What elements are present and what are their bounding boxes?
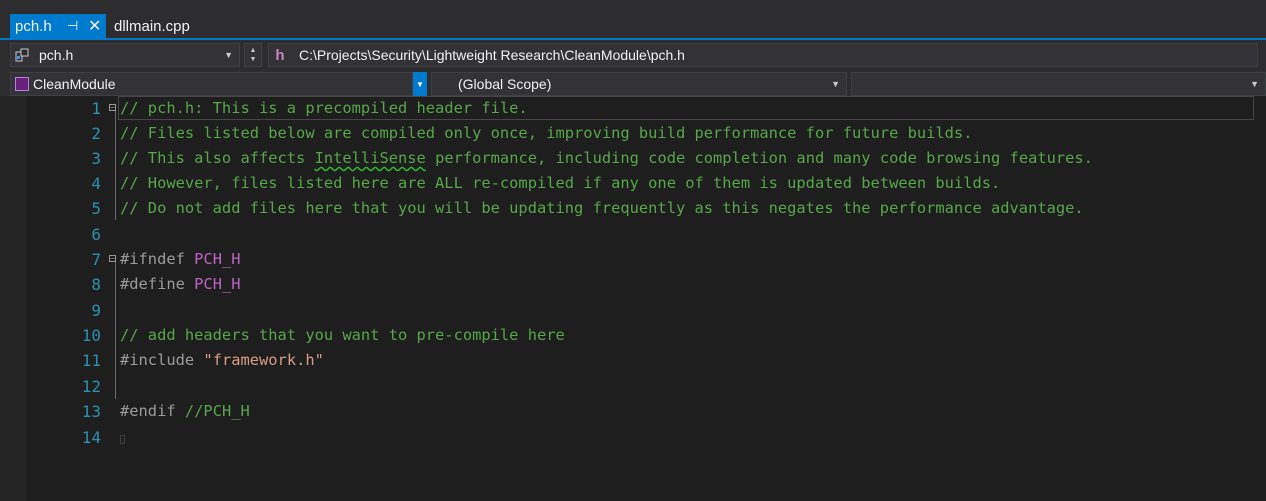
chevron-down-icon: ▼	[1250, 79, 1259, 89]
code-line: 4 // However, files listed here are ALL …	[0, 171, 1266, 196]
code-text: // Files listed below are compiled only …	[120, 124, 973, 142]
code-fragment: performance, including code completion a…	[425, 149, 1093, 167]
project-selector-dropdown[interactable]: CleanModule	[10, 72, 413, 96]
macro-name: PCH_H	[194, 275, 241, 293]
code-line: 9	[0, 298, 1266, 323]
line-number: 12	[81, 377, 101, 396]
line-number: 1	[91, 99, 101, 118]
project-dropdown-button[interactable]: ▼	[413, 72, 427, 96]
spell-check-word: IntelliSense	[314, 149, 426, 167]
macro-name: PCH_H	[194, 250, 241, 268]
line-number: 4	[91, 174, 101, 193]
code-text: #define PCH_H	[120, 272, 241, 297]
collapse-icon[interactable]: −	[109, 104, 116, 112]
code-navigation-bar: CleanModule ▼ (Global Scope) ▼ ▼	[0, 70, 1266, 96]
document-tab-strip: pch.h ⊣ ✕ dllmain.cpp	[0, 0, 1266, 40]
code-line: 1 − // pch.h: This is a precompiled head…	[0, 96, 1266, 121]
code-fragment: // This also affects	[120, 149, 315, 167]
code-text: // However, files listed here are ALL re…	[120, 174, 1001, 192]
code-line: 14	[0, 425, 1266, 450]
preprocessor-keyword: #define	[120, 275, 185, 293]
end-of-file-marker	[120, 435, 125, 444]
line-number: 14	[81, 428, 101, 447]
code-line: 3 // This also affects IntelliSense perf…	[0, 146, 1266, 171]
line-number: 6	[91, 225, 101, 244]
line-number: 13	[81, 402, 101, 421]
file-path-display: h C:\Projects\Security\Lightweight Resea…	[268, 43, 1258, 67]
file-selector-label: pch.h	[39, 47, 74, 63]
line-number: 11	[81, 351, 101, 370]
comment-text: //PCH_H	[184, 402, 250, 420]
project-label: CleanModule	[33, 76, 116, 92]
code-line: 10 // add headers that you want to pre-c…	[0, 323, 1266, 348]
preprocessor-keyword: #endif	[120, 402, 176, 420]
preprocessor-keyword: #ifndef	[120, 250, 185, 268]
code-text: #include "framework.h"	[120, 348, 324, 373]
code-line: 2 // Files listed below are compiled onl…	[0, 121, 1266, 146]
file-spin-buttons[interactable]: ▲ ▼	[244, 43, 262, 67]
line-number: 10	[81, 326, 101, 345]
code-line: 5 // Do not add files here that you will…	[0, 196, 1266, 221]
chevron-down-icon[interactable]: ▼	[250, 55, 257, 64]
chevron-down-icon: ▼	[224, 50, 233, 60]
code-line: 7 − #ifndef PCH_H	[0, 247, 1266, 272]
preprocessor-keyword: #include	[120, 351, 195, 369]
member-selector-dropdown[interactable]: ▼	[851, 72, 1266, 96]
file-selector-dropdown[interactable]: pch.h ▼	[10, 43, 240, 67]
scope-selector-dropdown[interactable]: (Global Scope) ▼	[431, 72, 847, 96]
code-line: 13 #endif //PCH_H	[0, 399, 1266, 424]
tab-label: pch.h	[15, 17, 52, 35]
close-icon[interactable]: ✕	[88, 16, 102, 36]
tab-dllmain-cpp[interactable]: dllmain.cpp	[112, 14, 190, 38]
project-icon	[15, 77, 29, 91]
line-number: 2	[91, 124, 101, 143]
collapse-icon[interactable]: −	[109, 255, 116, 263]
code-text: #endif //PCH_H	[120, 399, 250, 424]
tab-label: dllmain.cpp	[114, 17, 190, 35]
code-line: 11 #include "framework.h"	[0, 348, 1266, 373]
header-file-icon: h	[275, 46, 285, 64]
line-number: 5	[91, 199, 101, 218]
pin-icon[interactable]: ⊣	[66, 18, 80, 34]
code-line: 6	[0, 222, 1266, 247]
line-number: 8	[91, 275, 101, 294]
code-line: 12	[0, 374, 1266, 399]
code-text: // Do not add files here that you will b…	[120, 199, 1084, 217]
tab-pch-h[interactable]: pch.h ⊣ ✕	[10, 14, 106, 38]
line-number: 9	[91, 301, 101, 320]
line-number: 3	[91, 149, 101, 168]
string-literal: "framework.h"	[203, 351, 324, 369]
chevron-down-icon: ▼	[831, 79, 840, 89]
code-text: #ifndef PCH_H	[120, 247, 241, 272]
scope-label: (Global Scope)	[458, 76, 552, 92]
line-number: 7	[91, 250, 101, 269]
code-editor[interactable]: 1 − // pch.h: This is a precompiled head…	[0, 96, 1266, 501]
code-text: // This also affects IntelliSense perfor…	[120, 146, 1093, 171]
file-navigation-bar: pch.h ▼ ▲ ▼ h C:\Projects\Security\Light…	[0, 40, 1266, 70]
file-icon	[15, 48, 31, 62]
code-text: // add headers that you want to pre-comp…	[120, 326, 565, 344]
chevron-up-icon[interactable]: ▲	[250, 46, 257, 55]
code-text: // pch.h: This is a precompiled header f…	[120, 99, 528, 117]
code-line: 8 #define PCH_H	[0, 272, 1266, 297]
file-path-text: C:\Projects\Security\Lightweight Researc…	[299, 47, 685, 63]
